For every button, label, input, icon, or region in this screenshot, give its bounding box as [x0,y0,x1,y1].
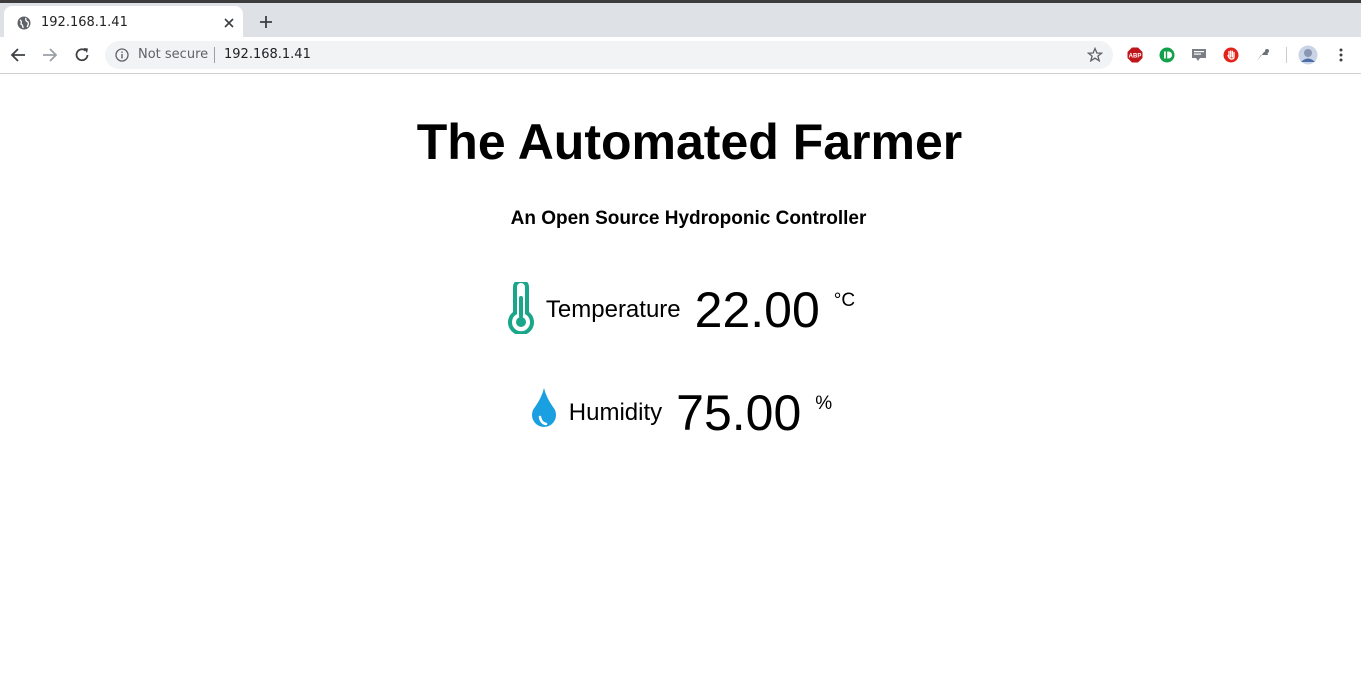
url-text[interactable]: 192.168.1.41 [224,47,311,62]
new-tab-plus-icon[interactable] [258,14,274,30]
svg-text:ABP: ABP [1129,54,1142,60]
back-arrow-icon[interactable] [9,46,27,64]
stop-icon[interactable] [1223,47,1239,63]
temperature-unit: °C [833,290,856,311]
water-drop-icon [531,388,556,427]
profile-avatar[interactable] [1298,45,1318,65]
extension-cast-icon[interactable] [1255,47,1271,63]
menu-kebab-icon[interactable] [1333,47,1349,63]
reload-icon[interactable] [73,46,91,64]
tab-strip: 192.168.1.41 [0,0,1361,40]
temperature-reading: Temperature 22.00 °C [0,278,1361,338]
extension-green-icon[interactable] [1159,47,1175,63]
security-status[interactable]: Not secure [138,47,208,62]
tab-title: 192.168.1.41 [41,15,128,30]
humidity-reading: Humidity 75.00 % [0,381,1361,441]
humidity-label: Humidity [568,399,663,426]
page-subtitle: An Open Source Hydroponic Controller [510,208,867,229]
forward-arrow-icon[interactable] [41,46,59,64]
humidity-value: 75.00 [676,385,802,441]
close-icon[interactable] [222,16,236,30]
thermometer-icon [507,282,534,334]
page-title: The Automated Farmer [416,114,963,170]
extension-grey-icon[interactable] [1191,47,1207,63]
bookmark-star-icon[interactable] [1087,47,1103,63]
browser-tab[interactable]: 192.168.1.41 [4,6,243,40]
temperature-value: 22.00 [694,282,820,338]
omnibox-divider [214,47,215,63]
info-icon[interactable] [115,48,129,62]
globe-icon [17,16,31,30]
browser-toolbar: Not secure 192.168.1.41 ABP [0,37,1361,74]
temperature-label: Temperature [545,296,681,323]
toolbar-divider [1286,47,1287,63]
address-bar[interactable]: Not secure 192.168.1.41 [105,41,1113,69]
humidity-unit: % [815,393,833,414]
abp-icon[interactable]: ABP [1127,47,1143,63]
